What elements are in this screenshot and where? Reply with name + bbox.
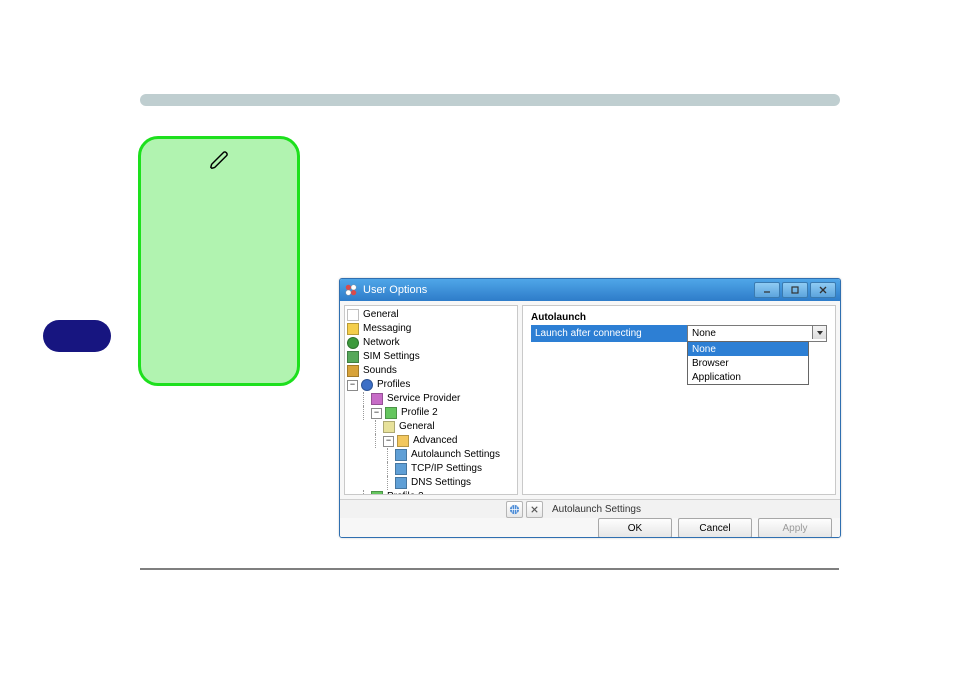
tree-item-advanced[interactable]: − Advanced (347, 434, 517, 448)
leaf-icon (395, 449, 407, 461)
maximize-button[interactable] (782, 282, 808, 298)
expander-icon[interactable]: − (383, 436, 394, 447)
indigo-pill (43, 320, 111, 352)
tree-item-label: Autolaunch Settings (411, 448, 500, 462)
tree-item-service-provider[interactable]: Service Provider (347, 392, 517, 406)
user-options-dialog: User Options GeneralMessagingNetworkSIM … (339, 278, 841, 538)
tree-item-dns-settings[interactable]: DNS Settings (347, 476, 517, 490)
launch-after-connecting-label: Launch after connecting (535, 328, 687, 339)
option-application[interactable]: Application (688, 370, 808, 384)
option-none[interactable]: None (688, 342, 808, 356)
tree-item-sim-settings[interactable]: SIM Settings (347, 350, 517, 364)
note-card (138, 136, 300, 386)
tree-item-label: Advanced (413, 434, 457, 448)
bottom-divider (140, 568, 839, 570)
status-globe-icon[interactable] (506, 501, 523, 518)
tree-item-sounds[interactable]: Sounds (347, 364, 517, 378)
net-icon (347, 337, 359, 349)
status-bar: Autolaunch Settings (340, 499, 840, 518)
profile-icon (371, 491, 383, 495)
launch-after-connecting-select[interactable]: None (687, 325, 827, 342)
dialog-titlebar[interactable]: User Options (340, 279, 840, 301)
ok-button[interactable]: OK (598, 518, 672, 538)
tree-item-profile-3[interactable]: Profile 3 (347, 490, 517, 495)
option-browser[interactable]: Browser (688, 356, 808, 370)
tree-item-label: Profile 2 (401, 406, 438, 420)
minimize-button[interactable] (754, 282, 780, 298)
tree-item-general[interactable]: General (347, 308, 517, 322)
tree-item-tcp-ip-settings[interactable]: TCP/IP Settings (347, 462, 517, 476)
tree-item-profiles[interactable]: − Profiles (347, 378, 517, 392)
tree-item-label: Profile 3 (387, 490, 424, 495)
app-icon (344, 283, 358, 297)
tree-item-label: TCP/IP Settings (411, 462, 482, 476)
leaf-icon (395, 477, 407, 489)
tree-item-profile-2[interactable]: − Profile 2 (347, 406, 517, 420)
adv-icon (397, 435, 409, 447)
tree-item-label: Network (363, 336, 400, 350)
apply-button[interactable]: Apply (758, 518, 832, 538)
tree-item-label: Sounds (363, 364, 397, 378)
tree-item-label: Service Provider (387, 392, 460, 406)
tree-item-network[interactable]: Network (347, 336, 517, 350)
dialog-button-row: OK Cancel Apply (340, 518, 840, 538)
tree-item-label: General (363, 308, 399, 322)
tree-item-label: DNS Settings (411, 476, 471, 490)
expander-icon[interactable]: − (371, 408, 382, 419)
tree-item-label: SIM Settings (363, 350, 420, 364)
section-title: Autolaunch (531, 312, 827, 323)
leaf-icon (395, 463, 407, 475)
settings-content-pane: Autolaunch Launch after connecting None … (522, 305, 836, 495)
top-rounded-divider (140, 94, 840, 106)
page-icon (347, 309, 359, 321)
snd-icon (347, 365, 359, 377)
dialog-title: User Options (363, 284, 754, 296)
tree-item-general[interactable]: General (347, 420, 517, 434)
profile-icon (385, 407, 397, 419)
msg-icon (347, 323, 359, 335)
launch-after-connecting-row: Launch after connecting None NoneBrowser… (531, 325, 827, 342)
expander-icon[interactable]: − (347, 380, 358, 391)
settings-tree[interactable]: GeneralMessagingNetworkSIM SettingsSound… (344, 305, 518, 495)
cancel-button[interactable]: Cancel (678, 518, 752, 538)
tree-item-label: General (399, 420, 435, 434)
tree-item-label: Profiles (377, 378, 410, 392)
svc-icon (371, 393, 383, 405)
status-clear-icon[interactable] (526, 501, 543, 518)
sim-icon (347, 351, 359, 363)
close-button[interactable] (810, 282, 836, 298)
launch-after-connecting-value: None (692, 328, 716, 339)
dropdown-arrow-icon[interactable] (812, 326, 826, 339)
launch-after-connecting-dropdown[interactable]: NoneBrowserApplication (687, 341, 809, 385)
tree-item-label: Messaging (363, 322, 411, 336)
tree-item-autolaunch-settings[interactable]: Autolaunch Settings (347, 448, 517, 462)
prof-icon (361, 379, 373, 391)
pen-icon (209, 149, 231, 171)
status-text: Autolaunch Settings (552, 504, 641, 515)
tree-item-messaging[interactable]: Messaging (347, 322, 517, 336)
gen-icon (383, 421, 395, 433)
